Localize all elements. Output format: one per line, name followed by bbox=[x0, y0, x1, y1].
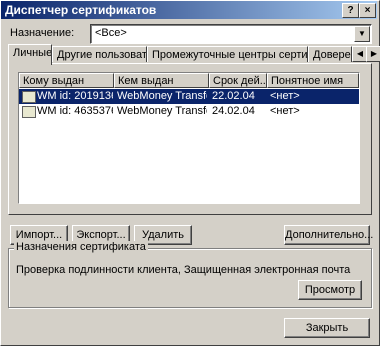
window-title: Диспетчер сертификатов bbox=[5, 3, 157, 17]
tab-personal[interactable]: Личные bbox=[8, 44, 52, 65]
close-button[interactable]: Закрыть bbox=[284, 318, 370, 338]
cell-expires: 24.02.04 bbox=[212, 105, 255, 117]
certificate-purposes-text: Проверка подлинности клиента, Защищенная… bbox=[16, 264, 351, 276]
column-header-friendly-name[interactable]: Понятное имя bbox=[267, 73, 359, 88]
cell-issued-to: WM id: 4635376973... bbox=[37, 105, 113, 117]
column-header-expiration[interactable]: Срок дей... bbox=[209, 73, 267, 88]
cell-issued-by: WebMoney Transfer R... bbox=[117, 90, 207, 102]
table-row[interactable]: WM id: 4635376973... WebMoney Transfer R… bbox=[19, 104, 359, 119]
tab-scroll-right-icon[interactable]: ▶ bbox=[366, 46, 380, 62]
cell-friendly-name: <нет> bbox=[270, 105, 300, 117]
tab-strip: Личные Другие пользователи Промежуточные… bbox=[8, 44, 352, 65]
column-header-issued-by[interactable]: Кем выдан bbox=[114, 73, 209, 88]
certificate-icon bbox=[22, 91, 36, 103]
help-button[interactable]: ? bbox=[342, 3, 359, 18]
column-header-issued-to[interactable]: Кому выдан bbox=[19, 73, 114, 88]
close-window-button[interactable]: × bbox=[359, 3, 376, 18]
tab-other-people[interactable]: Другие пользователи bbox=[52, 46, 147, 62]
destination-value: <Все> bbox=[95, 27, 127, 39]
certificate-icon bbox=[22, 106, 36, 118]
cell-issued-to: WM id: 2019136371... bbox=[37, 90, 113, 102]
tab-intermediate-ca[interactable]: Промежуточные центры сертификации bbox=[147, 46, 308, 62]
cell-friendly-name: <нет> bbox=[270, 90, 300, 102]
cell-issued-by: WebMoney Transfer R... bbox=[117, 105, 207, 117]
destination-label: Назначение: bbox=[10, 27, 75, 39]
certificate-list[interactable]: Кому выдан Кем выдан Срок дей... Понятно… bbox=[18, 72, 360, 204]
chevron-down-icon[interactable]: ▼ bbox=[354, 26, 370, 42]
certificate-purposes-title: Назначения сертификата bbox=[14, 241, 148, 253]
tab-trusted[interactable]: Доверенн bbox=[308, 46, 352, 62]
cell-expires: 22.02.04 bbox=[212, 90, 255, 102]
advanced-button[interactable]: Дополнительно... bbox=[284, 225, 373, 245]
title-bar: Диспетчер сертификатов ? × bbox=[1, 1, 377, 19]
destination-select[interactable]: <Все> ▼ bbox=[90, 24, 372, 44]
view-button[interactable]: Просмотр bbox=[298, 280, 362, 300]
table-row[interactable]: WM id: 2019136371... WebMoney Transfer R… bbox=[19, 89, 359, 104]
